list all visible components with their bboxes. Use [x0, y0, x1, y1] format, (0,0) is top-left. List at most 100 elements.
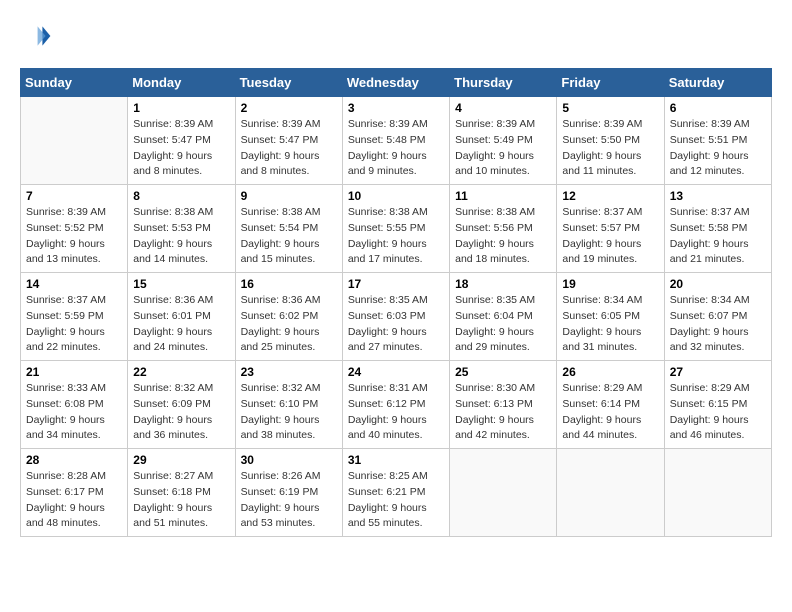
calendar-cell: 18 Sunrise: 8:35 AMSunset: 6:04 PMDayligh… [450, 273, 557, 361]
day-info: Sunrise: 8:29 AMSunset: 6:15 PMDaylight:… [670, 381, 766, 444]
calendar-cell: 31Sunrise: 8:25 AMSunset: 6:21 PMDayligh… [342, 449, 449, 537]
day-info: Sunrise: 8:33 AMSunset: 6:08 PMDaylight:… [26, 381, 122, 444]
day-info: Sunrise: 8:37 AMSunset: 5:59 PMDaylight:… [26, 293, 122, 356]
day-number: 18 [455, 277, 551, 291]
day-info: Sunrise: 8:39 AMSunset: 5:50 PMDaylight:… [562, 117, 658, 180]
day-info: Sunrise: 8:34 AMSunset: 6:05 PMDaylight:… [562, 293, 658, 356]
calendar-cell: 26 Sunrise: 8:29 AMSunset: 6:14 PMDayligh… [557, 361, 664, 449]
day-info: Sunrise: 8:34 AMSunset: 6:07 PMDaylight:… [670, 293, 766, 356]
calendar-cell: 30 Sunrise: 8:26 AMSunset: 6:19 PMDayligh… [235, 449, 342, 537]
day-number: 3 [348, 101, 444, 115]
day-info: Sunrise: 8:39 AMSunset: 5:47 PMDaylight:… [133, 117, 229, 180]
calendar-cell: 25 Sunrise: 8:30 AMSunset: 6:13 PMDayligh… [450, 361, 557, 449]
calendar-cell [557, 449, 664, 537]
day-number: 15 [133, 277, 229, 291]
calendar-cell: 24 Sunrise: 8:31 AMSunset: 6:12 PMDayligh… [342, 361, 449, 449]
calendar-cell: 22 Sunrise: 8:32 AMSunset: 6:09 PMDayligh… [128, 361, 235, 449]
day-number: 9 [241, 189, 337, 203]
day-number: 27 [670, 365, 766, 379]
day-info: Sunrise: 8:38 AMSunset: 5:56 PMDaylight:… [455, 205, 551, 268]
day-info: Sunrise: 8:25 AMSunset: 6:21 PMDaylight:… [348, 469, 444, 532]
day-of-week-header: Wednesday [342, 69, 449, 97]
calendar-cell: 27 Sunrise: 8:29 AMSunset: 6:15 PMDayligh… [664, 361, 771, 449]
day-of-week-header: Thursday [450, 69, 557, 97]
calendar-cell: 28 Sunrise: 8:28 AMSunset: 6:17 PMDayligh… [21, 449, 128, 537]
day-info: Sunrise: 8:38 AMSunset: 5:54 PMDaylight:… [241, 205, 337, 268]
day-number: 14 [26, 277, 122, 291]
day-info: Sunrise: 8:39 AMSunset: 5:51 PMDaylight:… [670, 117, 766, 180]
day-number: 13 [670, 189, 766, 203]
calendar-row: 14 Sunrise: 8:37 AMSunset: 5:59 PMDayligh… [21, 273, 772, 361]
calendar-table: SundayMondayTuesdayWednesdayThursdayFrid… [20, 68, 772, 537]
day-number: 2 [241, 101, 337, 115]
calendar-cell: 17 Sunrise: 8:35 AMSunset: 6:03 PMDayligh… [342, 273, 449, 361]
day-info: Sunrise: 8:31 AMSunset: 6:12 PMDaylight:… [348, 381, 444, 444]
day-number: 6 [670, 101, 766, 115]
day-number: 28 [26, 453, 122, 467]
calendar-cell: 21 Sunrise: 8:33 AMSunset: 6:08 PMDayligh… [21, 361, 128, 449]
day-info: Sunrise: 8:35 AMSunset: 6:03 PMDaylight:… [348, 293, 444, 356]
calendar-row: 21 Sunrise: 8:33 AMSunset: 6:08 PMDayligh… [21, 361, 772, 449]
day-info: Sunrise: 8:32 AMSunset: 6:10 PMDaylight:… [241, 381, 337, 444]
calendar-row: 28 Sunrise: 8:28 AMSunset: 6:17 PMDayligh… [21, 449, 772, 537]
day-of-week-header: Tuesday [235, 69, 342, 97]
calendar-row: 7Sunrise: 8:39 AMSunset: 5:52 PMDaylight… [21, 185, 772, 273]
day-number: 21 [26, 365, 122, 379]
day-number: 25 [455, 365, 551, 379]
day-number: 29 [133, 453, 229, 467]
day-info: Sunrise: 8:27 AMSunset: 6:18 PMDaylight:… [133, 469, 229, 532]
calendar-header-row: SundayMondayTuesdayWednesdayThursdayFrid… [21, 69, 772, 97]
day-info: Sunrise: 8:35 AMSunset: 6:04 PMDaylight:… [455, 293, 551, 356]
day-info: Sunrise: 8:32 AMSunset: 6:09 PMDaylight:… [133, 381, 229, 444]
calendar-cell: 3Sunrise: 8:39 AMSunset: 5:48 PMDaylight… [342, 97, 449, 185]
calendar-cell: 29 Sunrise: 8:27 AMSunset: 6:18 PMDayligh… [128, 449, 235, 537]
day-of-week-header: Friday [557, 69, 664, 97]
day-number: 22 [133, 365, 229, 379]
calendar-cell: 11 Sunrise: 8:38 AMSunset: 5:56 PMDayligh… [450, 185, 557, 273]
day-info: Sunrise: 8:38 AMSunset: 5:55 PMDaylight:… [348, 205, 444, 268]
logo-icon [20, 20, 52, 52]
day-info: Sunrise: 8:37 AMSunset: 5:58 PMDaylight:… [670, 205, 766, 268]
day-number: 5 [562, 101, 658, 115]
calendar-cell [21, 97, 128, 185]
calendar-row: 1 Sunrise: 8:39 AMSunset: 5:47 PMDaylight… [21, 97, 772, 185]
calendar-cell: 7Sunrise: 8:39 AMSunset: 5:52 PMDaylight… [21, 185, 128, 273]
day-number: 1 [133, 101, 229, 115]
calendar-cell: 5 Sunrise: 8:39 AMSunset: 5:50 PMDaylight… [557, 97, 664, 185]
calendar-cell: 12Sunrise: 8:37 AMSunset: 5:57 PMDayligh… [557, 185, 664, 273]
day-info: Sunrise: 8:39 AMSunset: 5:47 PMDaylight:… [241, 117, 337, 180]
page-header [20, 20, 772, 52]
calendar-cell: 1 Sunrise: 8:39 AMSunset: 5:47 PMDaylight… [128, 97, 235, 185]
day-info: Sunrise: 8:37 AMSunset: 5:57 PMDaylight:… [562, 205, 658, 268]
day-number: 24 [348, 365, 444, 379]
logo [20, 20, 56, 52]
day-number: 23 [241, 365, 337, 379]
calendar-cell: 2 Sunrise: 8:39 AMSunset: 5:47 PMDaylight… [235, 97, 342, 185]
day-number: 11 [455, 189, 551, 203]
day-number: 19 [562, 277, 658, 291]
day-info: Sunrise: 8:29 AMSunset: 6:14 PMDaylight:… [562, 381, 658, 444]
day-info: Sunrise: 8:39 AMSunset: 5:52 PMDaylight:… [26, 205, 122, 268]
day-of-week-header: Saturday [664, 69, 771, 97]
day-info: Sunrise: 8:36 AMSunset: 6:01 PMDaylight:… [133, 293, 229, 356]
day-number: 16 [241, 277, 337, 291]
day-number: 30 [241, 453, 337, 467]
day-number: 10 [348, 189, 444, 203]
day-info: Sunrise: 8:36 AMSunset: 6:02 PMDaylight:… [241, 293, 337, 356]
calendar-cell: 13 Sunrise: 8:37 AMSunset: 5:58 PMDayligh… [664, 185, 771, 273]
calendar-cell: 9 Sunrise: 8:38 AMSunset: 5:54 PMDaylight… [235, 185, 342, 273]
calendar-body: 1 Sunrise: 8:39 AMSunset: 5:47 PMDaylight… [21, 97, 772, 537]
calendar-cell: 23 Sunrise: 8:32 AMSunset: 6:10 PMDayligh… [235, 361, 342, 449]
calendar-cell: 19 Sunrise: 8:34 AMSunset: 6:05 PMDayligh… [557, 273, 664, 361]
day-number: 4 [455, 101, 551, 115]
day-info: Sunrise: 8:39 AMSunset: 5:49 PMDaylight:… [455, 117, 551, 180]
day-info: Sunrise: 8:28 AMSunset: 6:17 PMDaylight:… [26, 469, 122, 532]
calendar-cell: 8Sunrise: 8:38 AMSunset: 5:53 PMDaylight… [128, 185, 235, 273]
day-number: 17 [348, 277, 444, 291]
day-info: Sunrise: 8:26 AMSunset: 6:19 PMDaylight:… [241, 469, 337, 532]
day-info: Sunrise: 8:38 AMSunset: 5:53 PMDaylight:… [133, 205, 229, 268]
day-info: Sunrise: 8:30 AMSunset: 6:13 PMDaylight:… [455, 381, 551, 444]
calendar-cell: 6 Sunrise: 8:39 AMSunset: 5:51 PMDaylight… [664, 97, 771, 185]
day-number: 26 [562, 365, 658, 379]
day-number: 20 [670, 277, 766, 291]
